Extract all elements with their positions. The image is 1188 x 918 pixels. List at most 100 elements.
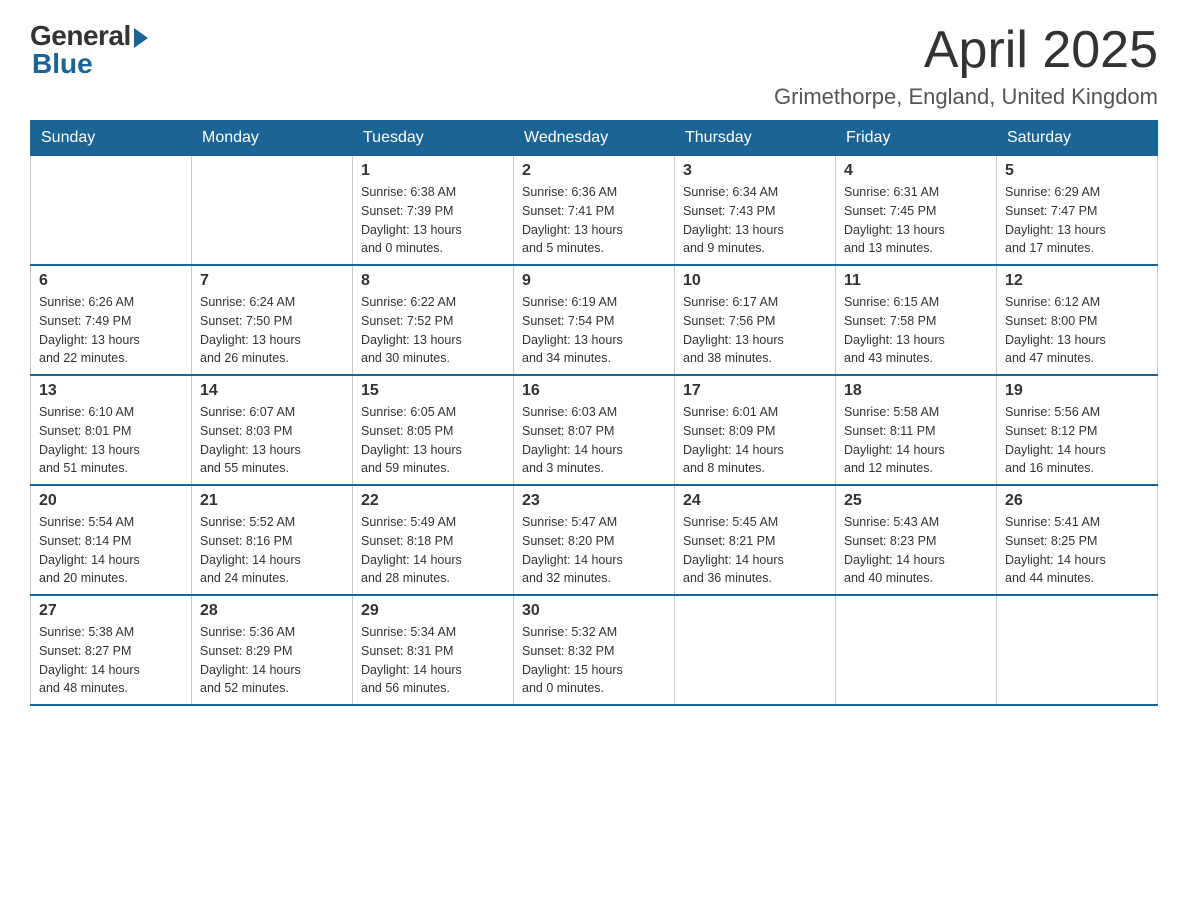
day-info: Sunrise: 5:58 AMSunset: 8:11 PMDaylight:… (844, 403, 988, 478)
calendar-cell: 19 Sunrise: 5:56 AMSunset: 8:12 PMDayligh… (997, 375, 1158, 485)
calendar-cell: 20Sunrise: 5:54 AMSunset: 8:14 PMDayligh… (31, 485, 192, 595)
day-number: 14 (200, 382, 344, 400)
week-row-1: 1 Sunrise: 6:38 AMSunset: 7:39 PMDaylight… (31, 156, 1158, 266)
calendar-cell: 1 Sunrise: 6:38 AMSunset: 7:39 PMDaylight… (353, 156, 514, 266)
calendar-cell (31, 156, 192, 266)
title-block: April 2025 Grimethorpe, England, United … (774, 20, 1158, 110)
calendar-cell: 7Sunrise: 6:24 AMSunset: 7:50 PMDaylight… (192, 265, 353, 375)
calendar-cell: 22 Sunrise: 5:49 AMSunset: 8:18 PMDayligh… (353, 485, 514, 595)
calendar-cell: 18 Sunrise: 5:58 AMSunset: 8:11 PMDayligh… (836, 375, 997, 485)
day-number: 22 (361, 492, 505, 510)
day-info: Sunrise: 5:41 AMSunset: 8:25 PMDaylight:… (1005, 513, 1149, 588)
column-header-thursday: Thursday (675, 121, 836, 156)
day-number: 11 (844, 272, 988, 290)
logo-arrow-icon (134, 28, 148, 48)
calendar-title: April 2025 (774, 20, 1158, 80)
calendar-cell: 2 Sunrise: 6:36 AMSunset: 7:41 PMDaylight… (514, 156, 675, 266)
page-header: General Blue April 2025 Grimethorpe, Eng… (30, 20, 1158, 110)
day-number: 3 (683, 162, 827, 180)
calendar-cell: 24 Sunrise: 5:45 AMSunset: 8:21 PMDayligh… (675, 485, 836, 595)
day-number: 29 (361, 602, 505, 620)
calendar-cell: 9 Sunrise: 6:19 AMSunset: 7:54 PMDaylight… (514, 265, 675, 375)
day-info: Sunrise: 6:34 AMSunset: 7:43 PMDaylight:… (683, 183, 827, 258)
day-number: 16 (522, 382, 666, 400)
calendar-cell (192, 156, 353, 266)
day-info: Sunrise: 5:36 AMSunset: 8:29 PMDaylight:… (200, 623, 344, 698)
week-row-2: 6 Sunrise: 6:26 AMSunset: 7:49 PMDaylight… (31, 265, 1158, 375)
day-number: 7 (200, 272, 344, 290)
day-number: 23 (522, 492, 666, 510)
day-info: Sunrise: 6:22 AMSunset: 7:52 PMDaylight:… (361, 293, 505, 368)
week-row-3: 13Sunrise: 6:10 AMSunset: 8:01 PMDayligh… (31, 375, 1158, 485)
calendar-cell: 3 Sunrise: 6:34 AMSunset: 7:43 PMDaylight… (675, 156, 836, 266)
calendar-cell: 16 Sunrise: 6:03 AMSunset: 8:07 PMDayligh… (514, 375, 675, 485)
day-info: Sunrise: 6:07 AMSunset: 8:03 PMDaylight:… (200, 403, 344, 478)
calendar-cell: 11 Sunrise: 6:15 AMSunset: 7:58 PMDayligh… (836, 265, 997, 375)
calendar-subtitle: Grimethorpe, England, United Kingdom (774, 84, 1158, 110)
day-number: 20 (39, 492, 183, 510)
calendar-cell (997, 595, 1158, 705)
calendar-header: SundayMondayTuesdayWednesdayThursdayFrid… (31, 121, 1158, 156)
day-number: 30 (522, 602, 666, 620)
calendar-cell: 29 Sunrise: 5:34 AMSunset: 8:31 PMDayligh… (353, 595, 514, 705)
calendar-cell: 17 Sunrise: 6:01 AMSunset: 8:09 PMDayligh… (675, 375, 836, 485)
day-number: 9 (522, 272, 666, 290)
day-number: 19 (1005, 382, 1149, 400)
calendar-cell: 10 Sunrise: 6:17 AMSunset: 7:56 PMDayligh… (675, 265, 836, 375)
day-info: Sunrise: 5:45 AMSunset: 8:21 PMDaylight:… (683, 513, 827, 588)
day-info: Sunrise: 5:47 AMSunset: 8:20 PMDaylight:… (522, 513, 666, 588)
day-info: Sunrise: 5:43 AMSunset: 8:23 PMDaylight:… (844, 513, 988, 588)
day-number: 1 (361, 162, 505, 180)
day-info: Sunrise: 6:31 AMSunset: 7:45 PMDaylight:… (844, 183, 988, 258)
day-info: Sunrise: 6:03 AMSunset: 8:07 PMDaylight:… (522, 403, 666, 478)
day-number: 10 (683, 272, 827, 290)
day-number: 6 (39, 272, 183, 290)
calendar-cell: 4 Sunrise: 6:31 AMSunset: 7:45 PMDaylight… (836, 156, 997, 266)
day-info: Sunrise: 6:12 AMSunset: 8:00 PMDaylight:… (1005, 293, 1149, 368)
day-number: 28 (200, 602, 344, 620)
column-header-wednesday: Wednesday (514, 121, 675, 156)
day-number: 2 (522, 162, 666, 180)
day-number: 24 (683, 492, 827, 510)
calendar-cell: 21Sunrise: 5:52 AMSunset: 8:16 PMDayligh… (192, 485, 353, 595)
column-header-friday: Friday (836, 121, 997, 156)
calendar-table: SundayMondayTuesdayWednesdayThursdayFrid… (30, 120, 1158, 706)
calendar-cell (675, 595, 836, 705)
day-info: Sunrise: 6:36 AMSunset: 7:41 PMDaylight:… (522, 183, 666, 258)
day-info: Sunrise: 6:05 AMSunset: 8:05 PMDaylight:… (361, 403, 505, 478)
calendar-cell: 28 Sunrise: 5:36 AMSunset: 8:29 PMDayligh… (192, 595, 353, 705)
day-info: Sunrise: 5:32 AMSunset: 8:32 PMDaylight:… (522, 623, 666, 698)
day-number: 17 (683, 382, 827, 400)
day-info: Sunrise: 6:19 AMSunset: 7:54 PMDaylight:… (522, 293, 666, 368)
day-info: Sunrise: 5:34 AMSunset: 8:31 PMDaylight:… (361, 623, 505, 698)
column-header-monday: Monday (192, 121, 353, 156)
calendar-body: 1 Sunrise: 6:38 AMSunset: 7:39 PMDaylight… (31, 156, 1158, 706)
calendar-cell: 13Sunrise: 6:10 AMSunset: 8:01 PMDayligh… (31, 375, 192, 485)
calendar-cell: 26 Sunrise: 5:41 AMSunset: 8:25 PMDayligh… (997, 485, 1158, 595)
day-info: Sunrise: 6:26 AMSunset: 7:49 PMDaylight:… (39, 293, 183, 368)
day-number: 8 (361, 272, 505, 290)
column-header-tuesday: Tuesday (353, 121, 514, 156)
day-info: Sunrise: 6:29 AMSunset: 7:47 PMDaylight:… (1005, 183, 1149, 258)
header-row: SundayMondayTuesdayWednesdayThursdayFrid… (31, 121, 1158, 156)
calendar-cell: 12 Sunrise: 6:12 AMSunset: 8:00 PMDayligh… (997, 265, 1158, 375)
calendar-cell: 23 Sunrise: 5:47 AMSunset: 8:20 PMDayligh… (514, 485, 675, 595)
day-info: Sunrise: 6:15 AMSunset: 7:58 PMDaylight:… (844, 293, 988, 368)
calendar-cell: 6 Sunrise: 6:26 AMSunset: 7:49 PMDaylight… (31, 265, 192, 375)
day-info: Sunrise: 6:01 AMSunset: 8:09 PMDaylight:… (683, 403, 827, 478)
day-info: Sunrise: 5:49 AMSunset: 8:18 PMDaylight:… (361, 513, 505, 588)
day-info: Sunrise: 5:56 AMSunset: 8:12 PMDaylight:… (1005, 403, 1149, 478)
calendar-cell: 30 Sunrise: 5:32 AMSunset: 8:32 PMDayligh… (514, 595, 675, 705)
calendar-cell: 5Sunrise: 6:29 AMSunset: 7:47 PMDaylight… (997, 156, 1158, 266)
day-number: 25 (844, 492, 988, 510)
calendar-cell: 8 Sunrise: 6:22 AMSunset: 7:52 PMDaylight… (353, 265, 514, 375)
day-number: 26 (1005, 492, 1149, 510)
week-row-4: 20Sunrise: 5:54 AMSunset: 8:14 PMDayligh… (31, 485, 1158, 595)
calendar-cell (836, 595, 997, 705)
day-info: Sunrise: 6:38 AMSunset: 7:39 PMDaylight:… (361, 183, 505, 258)
day-number: 4 (844, 162, 988, 180)
day-number: 18 (844, 382, 988, 400)
day-info: Sunrise: 6:10 AMSunset: 8:01 PMDaylight:… (39, 403, 183, 478)
day-info: Sunrise: 6:17 AMSunset: 7:56 PMDaylight:… (683, 293, 827, 368)
day-number: 12 (1005, 272, 1149, 290)
